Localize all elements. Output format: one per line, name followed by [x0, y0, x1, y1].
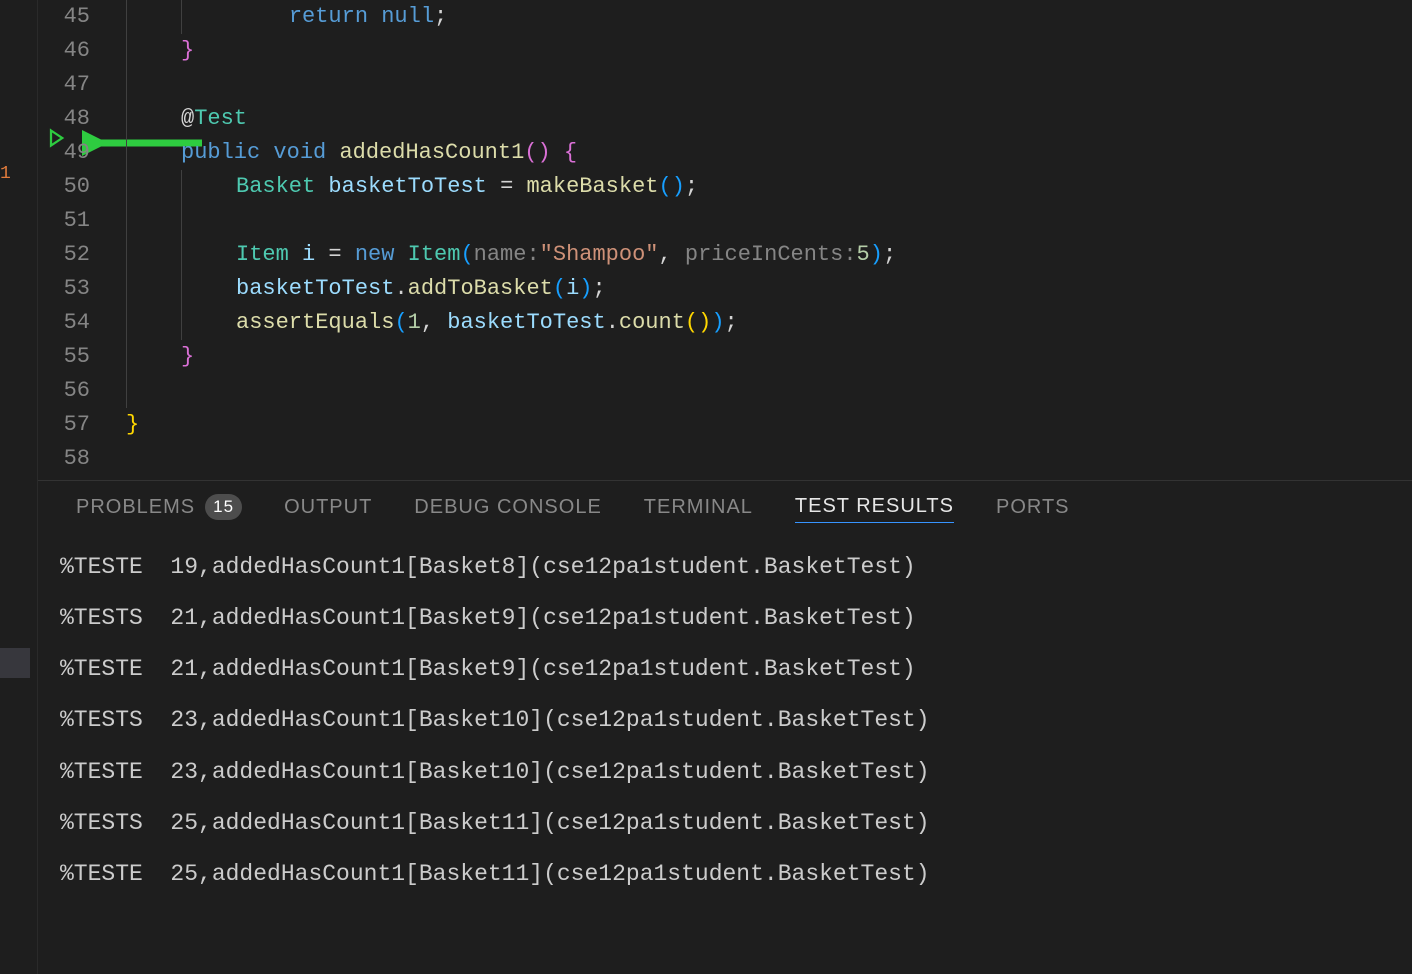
code-line[interactable]: 46 } [38, 34, 1412, 68]
code-line[interactable]: 48 @Test [38, 102, 1412, 136]
tab-ports[interactable]: PORTS [996, 496, 1070, 523]
code-line[interactable]: 58 [38, 442, 1412, 476]
line-number: 45 [38, 0, 126, 34]
panel-tabs: PROBLEMS 15 OUTPUT DEBUG CONSOLE TERMINA… [38, 481, 1412, 537]
tab-label: PORTS [996, 496, 1070, 519]
result-line: %TESTE 21,addedHasCount1[Basket9](cse12p… [60, 657, 1390, 681]
tab-label: DEBUG CONSOLE [414, 496, 601, 519]
code-line[interactable]: 51 [38, 204, 1412, 238]
code-line[interactable]: 49 public void addedHasCount1() { [38, 136, 1412, 170]
line-number: 49 [38, 136, 126, 170]
code-line[interactable]: 50 Basket basketToTest = makeBasket(); [38, 170, 1412, 204]
line-number: 47 [38, 68, 126, 102]
result-line: %TESTS 25,addedHasCount1[Basket11](cse12… [60, 811, 1390, 835]
code-line[interactable]: 45 return null; [38, 0, 1412, 34]
result-line: %TESTS 21,addedHasCount1[Basket9](cse12p… [60, 606, 1390, 630]
tab-terminal[interactable]: TERMINAL [644, 496, 753, 523]
line-number: 54 [38, 306, 126, 340]
code-line[interactable]: 54 assertEquals(1, basketToTest.count())… [38, 306, 1412, 340]
code-line[interactable]: 52 Item i = new Item(name:"Shampoo", pri… [38, 238, 1412, 272]
line-number: 57 [38, 408, 126, 442]
line-number: 55 [38, 340, 126, 374]
problems-count-badge: 15 [205, 494, 242, 520]
tab-problems[interactable]: PROBLEMS 15 [76, 494, 242, 524]
line-number: 56 [38, 374, 126, 408]
margin-indicator: 1 [0, 164, 11, 184]
line-number: 53 [38, 272, 126, 306]
line-number: 58 [38, 442, 126, 476]
tab-label: TEST RESULTS [795, 495, 954, 518]
tab-label: PROBLEMS [76, 496, 195, 519]
tab-label: OUTPUT [284, 496, 372, 519]
tab-label: TERMINAL [644, 496, 753, 519]
code-line[interactable]: 53 basketToTest.addToBasket(i); [38, 272, 1412, 306]
margin-highlight [0, 648, 30, 678]
code-line[interactable]: 57 } [38, 408, 1412, 442]
line-number: 50 [38, 170, 126, 204]
test-results-output[interactable]: %TESTE 19,addedHasCount1[Basket8](cse12p… [38, 537, 1412, 931]
result-line: %TESTE 25,addedHasCount1[Basket11](cse12… [60, 862, 1390, 886]
tab-debug-console[interactable]: DEBUG CONSOLE [414, 496, 601, 523]
code-line[interactable]: 55 } [38, 340, 1412, 374]
activity-margin: 1 [0, 0, 38, 974]
line-number: 51 [38, 204, 126, 238]
result-line: %TESTE 23,addedHasCount1[Basket10](cse12… [60, 760, 1390, 784]
tab-output[interactable]: OUTPUT [284, 496, 372, 523]
line-number: 46 [38, 34, 126, 68]
line-number: 48 [38, 102, 126, 136]
code-line[interactable]: 47 [38, 68, 1412, 102]
line-number: 52 [38, 238, 126, 272]
code-editor[interactable]: 45 return null; 46 } 47 48 @Test 49 publ… [38, 0, 1412, 470]
tab-test-results[interactable]: TEST RESULTS [795, 495, 954, 523]
result-line: %TESTE 19,addedHasCount1[Basket8](cse12p… [60, 555, 1390, 579]
bottom-panel: PROBLEMS 15 OUTPUT DEBUG CONSOLE TERMINA… [38, 480, 1412, 974]
result-line: %TESTS 23,addedHasCount1[Basket10](cse12… [60, 708, 1390, 732]
code-line[interactable]: 56 [38, 374, 1412, 408]
